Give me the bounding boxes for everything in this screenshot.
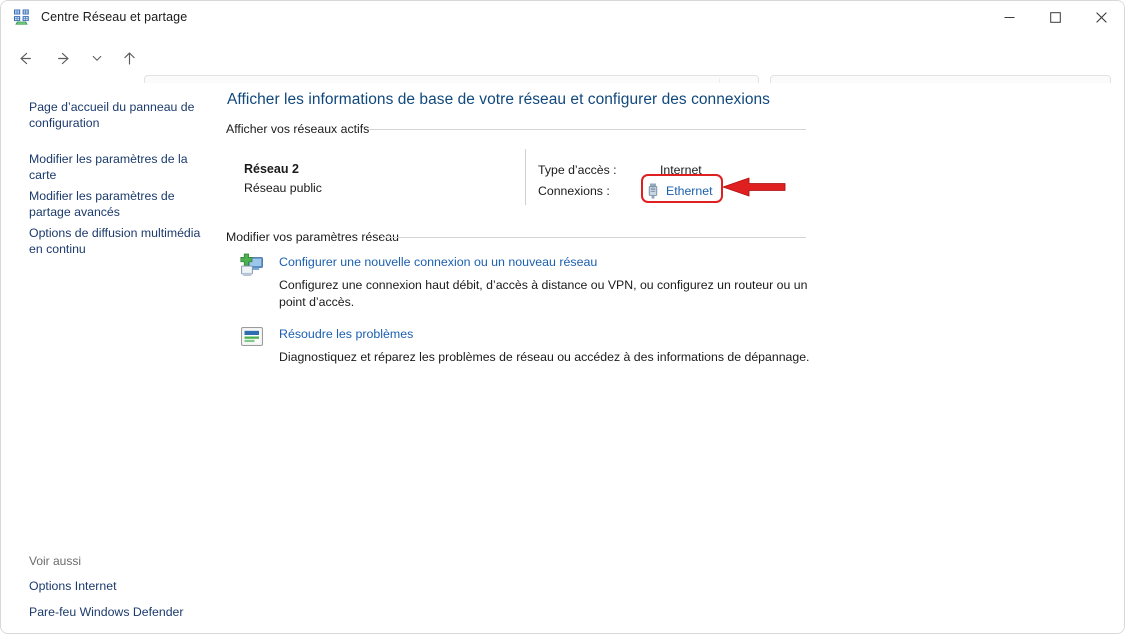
sidebar-item-windows-defender-firewall[interactable]: Pare-feu Windows Defender [29, 604, 204, 620]
connections-label: Connexions : [538, 184, 610, 198]
control-panel-window: Centre Réseau et partage Rechercher Page… [0, 0, 1125, 634]
close-button[interactable] [1078, 1, 1124, 33]
change-settings-rule [382, 237, 806, 238]
recent-locations-chevron-down-icon[interactable] [86, 42, 108, 74]
main-content: Afficher les informations de base de vot… [223, 83, 1124, 633]
ethernet-adapter-icon [645, 182, 661, 200]
network-sharing-icon [13, 8, 31, 26]
forward-arrow-icon[interactable] [48, 42, 80, 74]
back-arrow-icon[interactable] [8, 42, 40, 74]
sidebar-item-internet-options[interactable]: Options Internet [29, 578, 204, 594]
page-title: Afficher les informations de base de vot… [227, 91, 770, 108]
access-type-label: Type d’accès : [538, 163, 617, 177]
troubleshoot-problems-link[interactable]: Résoudre les problèmes [279, 327, 413, 341]
network-category: Réseau public [244, 181, 322, 195]
sidebar-item-control-panel-home[interactable]: Page d’accueil du panneau de configurati… [29, 99, 204, 131]
sidebar: Page d’accueil du panneau de configurati… [1, 83, 223, 633]
window-controls [986, 1, 1124, 33]
setup-new-connection-description: Configurez une connexion haut débit, d’a… [279, 278, 808, 309]
up-arrow-icon[interactable] [113, 42, 145, 74]
maximize-button[interactable] [1032, 1, 1078, 33]
troubleshoot-icon [239, 325, 265, 351]
active-networks-heading: Afficher vos réseaux actifs [226, 122, 370, 136]
new-connection-icon [239, 253, 265, 279]
network-name: Réseau 2 [244, 162, 299, 176]
minimize-button[interactable] [986, 1, 1032, 33]
change-settings-heading: Modifier vos paramètres réseau [226, 230, 399, 244]
active-networks-rule [368, 129, 806, 130]
sidebar-item-advanced-sharing-settings[interactable]: Modifier les paramètres de partage avanc… [29, 188, 204, 220]
navigation-bar: › Panneau de configuration › Réseau et I… [1, 34, 1124, 107]
window-title: Centre Réseau et partage [41, 10, 188, 24]
ethernet-connection-link[interactable]: Ethernet [666, 184, 713, 198]
sidebar-item-change-adapter-settings[interactable]: Modifier les paramètres de la carte [29, 151, 204, 183]
see-also-heading: Voir aussi [29, 554, 82, 568]
setup-new-connection-link[interactable]: Configurer une nouvelle connexion ou un … [279, 255, 597, 269]
troubleshoot-problems-description: Diagnostiquez et réparez les problèmes d… [279, 350, 810, 364]
sidebar-item-media-streaming-options[interactable]: Options de diffusion multimédia en conti… [29, 225, 204, 257]
access-type-value: Internet [660, 163, 702, 177]
network-details-divider [525, 149, 526, 205]
title-bar: Centre Réseau et partage [1, 1, 1124, 33]
